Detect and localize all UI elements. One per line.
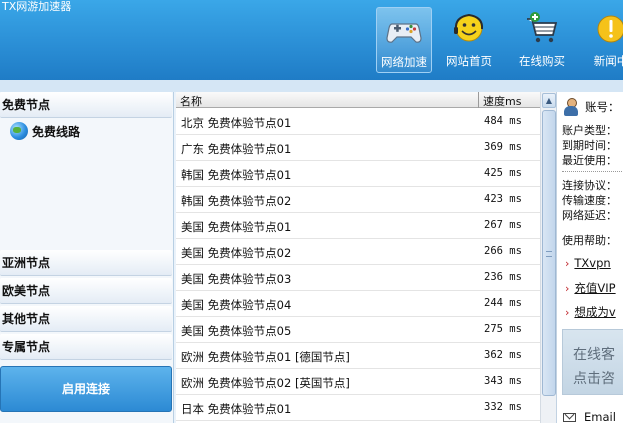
group-other-nodes[interactable]: 其他节点 [0, 306, 172, 332]
free-line-label: 免费线路 [32, 124, 81, 139]
table-row[interactable]: 美国 免费体验节点01 267 ms [176, 213, 540, 239]
node-name: 美国 免费体验节点05 [181, 324, 292, 338]
table-row[interactable]: 广东 免费体验节点01 369 ms [176, 135, 540, 161]
node-speed: 343 ms [484, 375, 522, 387]
expiry-label: 到期时间： [562, 139, 617, 152]
node-name: 北京 免费体验节点01 [181, 116, 292, 130]
table-row[interactable]: 北京 免费体验节点01 484 ms [176, 109, 540, 135]
nav-buy-online[interactable]: 在线购买 [514, 7, 570, 73]
smiley-icon [454, 13, 484, 42]
node-speed: 423 ms [484, 193, 522, 205]
group-asia-nodes[interactable]: 亚洲节点 [0, 250, 172, 276]
table-row[interactable]: 美国 免费体验节点04 244 ms [176, 291, 540, 317]
group-free-nodes[interactable]: 免费节点 [0, 92, 172, 118]
arrow-right-icon: › [565, 282, 570, 295]
nav-news[interactable]: 新闻中 [583, 7, 623, 73]
account-type-label: 账户类型： [562, 124, 617, 137]
nav-label: 网络加速 [381, 55, 427, 69]
nav-network-accelerate[interactable]: 网络加速 [376, 7, 432, 73]
column-header-speed[interactable]: 速度ms [483, 93, 521, 109]
column-divider[interactable] [478, 92, 479, 108]
table-row[interactable]: 韩国 免费体验节点02 423 ms [176, 187, 540, 213]
section-divider [562, 171, 623, 172]
column-header-name[interactable]: 名称 [180, 93, 202, 109]
nav-label: 在线购买 [519, 54, 565, 68]
table-row[interactable]: 美国 免费体验节点03 236 ms [176, 265, 540, 291]
table-row[interactable]: 欧洲 免费体验节点01 [德国节点] 362 ms [176, 343, 540, 369]
group-exclusive-nodes[interactable]: 专属节点 [0, 334, 172, 360]
node-name: 美国 免费体验节点03 [181, 272, 292, 286]
nav-label: 网站首页 [446, 54, 492, 68]
node-name: 广东 免费体验节点01 [181, 142, 292, 156]
scroll-up-button[interactable]: ▲ [542, 93, 556, 108]
help-link-become-vip[interactable]: › 想成为v [565, 304, 616, 320]
node-speed: 362 ms [484, 349, 522, 361]
news-icon [597, 15, 623, 43]
email-label: Email [584, 410, 616, 423]
table-row[interactable]: 美国 免费体验节点02 266 ms [176, 239, 540, 265]
node-speed: 244 ms [484, 297, 522, 309]
node-speed: 425 ms [484, 167, 522, 179]
free-line-item[interactable]: 免费线路 [10, 121, 80, 141]
node-name: 美国 免费体验节点02 [181, 246, 292, 260]
node-name: 韩国 免费体验节点02 [181, 194, 292, 208]
node-speed: 275 ms [484, 323, 522, 335]
help-label: 使用帮助： [562, 234, 617, 247]
user-icon [563, 98, 579, 116]
banner-line-2: 点击咨 [573, 371, 615, 387]
last-used-label: 最近使用： [562, 154, 617, 167]
node-name: 美国 免费体验节点04 [181, 298, 292, 312]
latency-label: 网络延迟： [562, 209, 617, 222]
globe-icon [10, 122, 28, 140]
app-title: TX网游加速器 [2, 0, 72, 13]
table-scrollbar[interactable]: ▲ [540, 92, 556, 423]
connect-button[interactable]: 启用连接 [0, 366, 172, 412]
email-link[interactable]: Email [563, 410, 616, 423]
mail-icon [563, 412, 576, 422]
node-speed: 266 ms [484, 245, 522, 257]
node-table: 名称 速度ms 北京 免费体验节点01 484 ms 广东 免费体验节点01 369… [176, 92, 556, 423]
table-row[interactable]: 日本 免费体验节点01 332 ms [176, 395, 540, 421]
help-link-txvpn[interactable]: › TXvpn [565, 256, 611, 270]
help-link-recharge-vip[interactable]: › 充值VIP [565, 280, 616, 296]
shopping-cart-icon [527, 12, 558, 43]
banner-line-1: 在线客 [573, 347, 615, 363]
node-speed: 332 ms [484, 401, 522, 413]
top-header: TX网游加速器 网络加速 网站首页 在线购买 新闻中 [0, 0, 623, 80]
table-header: 名称 速度ms [176, 92, 540, 108]
node-name: 美国 免费体验节点01 [181, 220, 292, 234]
online-support-banner[interactable]: 在线客 点击咨 [562, 329, 623, 395]
transfer-speed-label: 传输速度： [562, 194, 617, 207]
nav-website-home[interactable]: 网站首页 [441, 7, 497, 73]
node-speed: 267 ms [484, 219, 522, 231]
account-row: 账号： [563, 98, 620, 116]
group-euro-us-nodes[interactable]: 欧美节点 [0, 278, 172, 304]
node-speed: 369 ms [484, 141, 522, 153]
arrow-right-icon: › [565, 257, 570, 270]
header-divider [0, 80, 623, 92]
protocol-label: 连接协议： [562, 179, 617, 192]
node-name: 日本 免费体验节点01 [181, 402, 292, 416]
table-row[interactable]: 美国 免费体验节点05 275 ms [176, 317, 540, 343]
node-speed: 236 ms [484, 271, 522, 283]
node-speed: 484 ms [484, 115, 522, 127]
account-panel: 账号： 账户类型： 到期时间： 最近使用： 连接协议： 传输速度： 网络延迟： … [556, 92, 623, 423]
node-name: 欧洲 免费体验节点02 [英国节点] [181, 376, 350, 390]
nav-label: 新闻中 [593, 54, 623, 68]
table-row[interactable]: 欧洲 免费体验节点02 [英国节点] 343 ms [176, 369, 540, 395]
scroll-grip-icon [546, 251, 552, 257]
node-name: 欧洲 免费体验节点01 [德国节点] [181, 350, 350, 364]
scroll-thumb[interactable] [542, 110, 556, 396]
account-label: 账号： [585, 100, 620, 114]
node-name: 韩国 免费体验节点01 [181, 168, 292, 182]
arrow-right-icon: › [565, 306, 570, 319]
table-row[interactable]: 韩国 免费体验节点01 425 ms [176, 161, 540, 187]
gamepad-icon [386, 23, 422, 43]
